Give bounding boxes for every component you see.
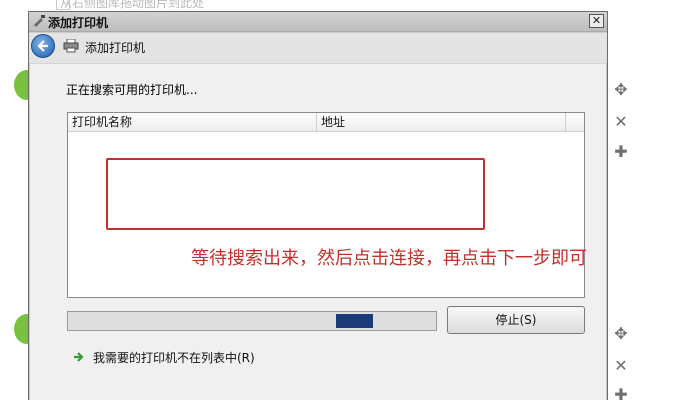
title-bar[interactable]: 添加打印机 ✕ xyxy=(29,12,607,32)
wizard-header: 添加打印机 xyxy=(29,33,607,63)
add-printer-window: 添加打印机 ✕ 添加打印机 正在搜索可用的打印机... 打印机名称 地址 等待搜… xyxy=(28,11,608,400)
add-printer-icon xyxy=(34,15,45,27)
arrow-right-icon xyxy=(74,352,84,362)
progress-indicator xyxy=(336,314,373,328)
close-button[interactable]: ✕ xyxy=(589,14,604,28)
move-icon[interactable]: ✥ xyxy=(612,325,630,343)
back-button[interactable] xyxy=(31,34,55,58)
annotation-text: 等待搜索出来，然后点击连接，再点击下一步即可 xyxy=(191,248,587,269)
wizard-title: 添加打印机 xyxy=(85,41,146,55)
plus-icon[interactable]: ✚ xyxy=(612,143,630,161)
highlight-box xyxy=(106,158,485,230)
column-address[interactable]: 地址 xyxy=(317,113,566,132)
arrow-left-icon xyxy=(37,40,48,52)
close-icon[interactable]: ✕ xyxy=(612,113,630,131)
column-filler xyxy=(566,113,584,132)
wizard-content: 正在搜索可用的打印机... 打印机名称 地址 等待搜索出来，然后点击连接，再点击… xyxy=(30,63,606,400)
stop-button[interactable]: 停止(S) xyxy=(447,306,585,334)
window-title: 添加打印机 xyxy=(48,16,109,30)
searching-status: 正在搜索可用的打印机... xyxy=(66,83,198,97)
search-progress-bar xyxy=(67,311,437,331)
drop-hint-text: 从右侧图库拖动图片到此处 xyxy=(60,0,205,10)
printer-icon xyxy=(63,39,79,53)
link-label: 我需要的打印机不在列表中(R) xyxy=(93,351,255,365)
close-icon[interactable]: ✕ xyxy=(612,357,630,375)
column-printer-name[interactable]: 打印机名称 xyxy=(68,113,317,132)
list-header: 打印机名称 地址 xyxy=(68,113,584,132)
move-icon[interactable]: ✥ xyxy=(612,81,630,99)
plus-icon[interactable]: ✚ xyxy=(612,386,630,400)
